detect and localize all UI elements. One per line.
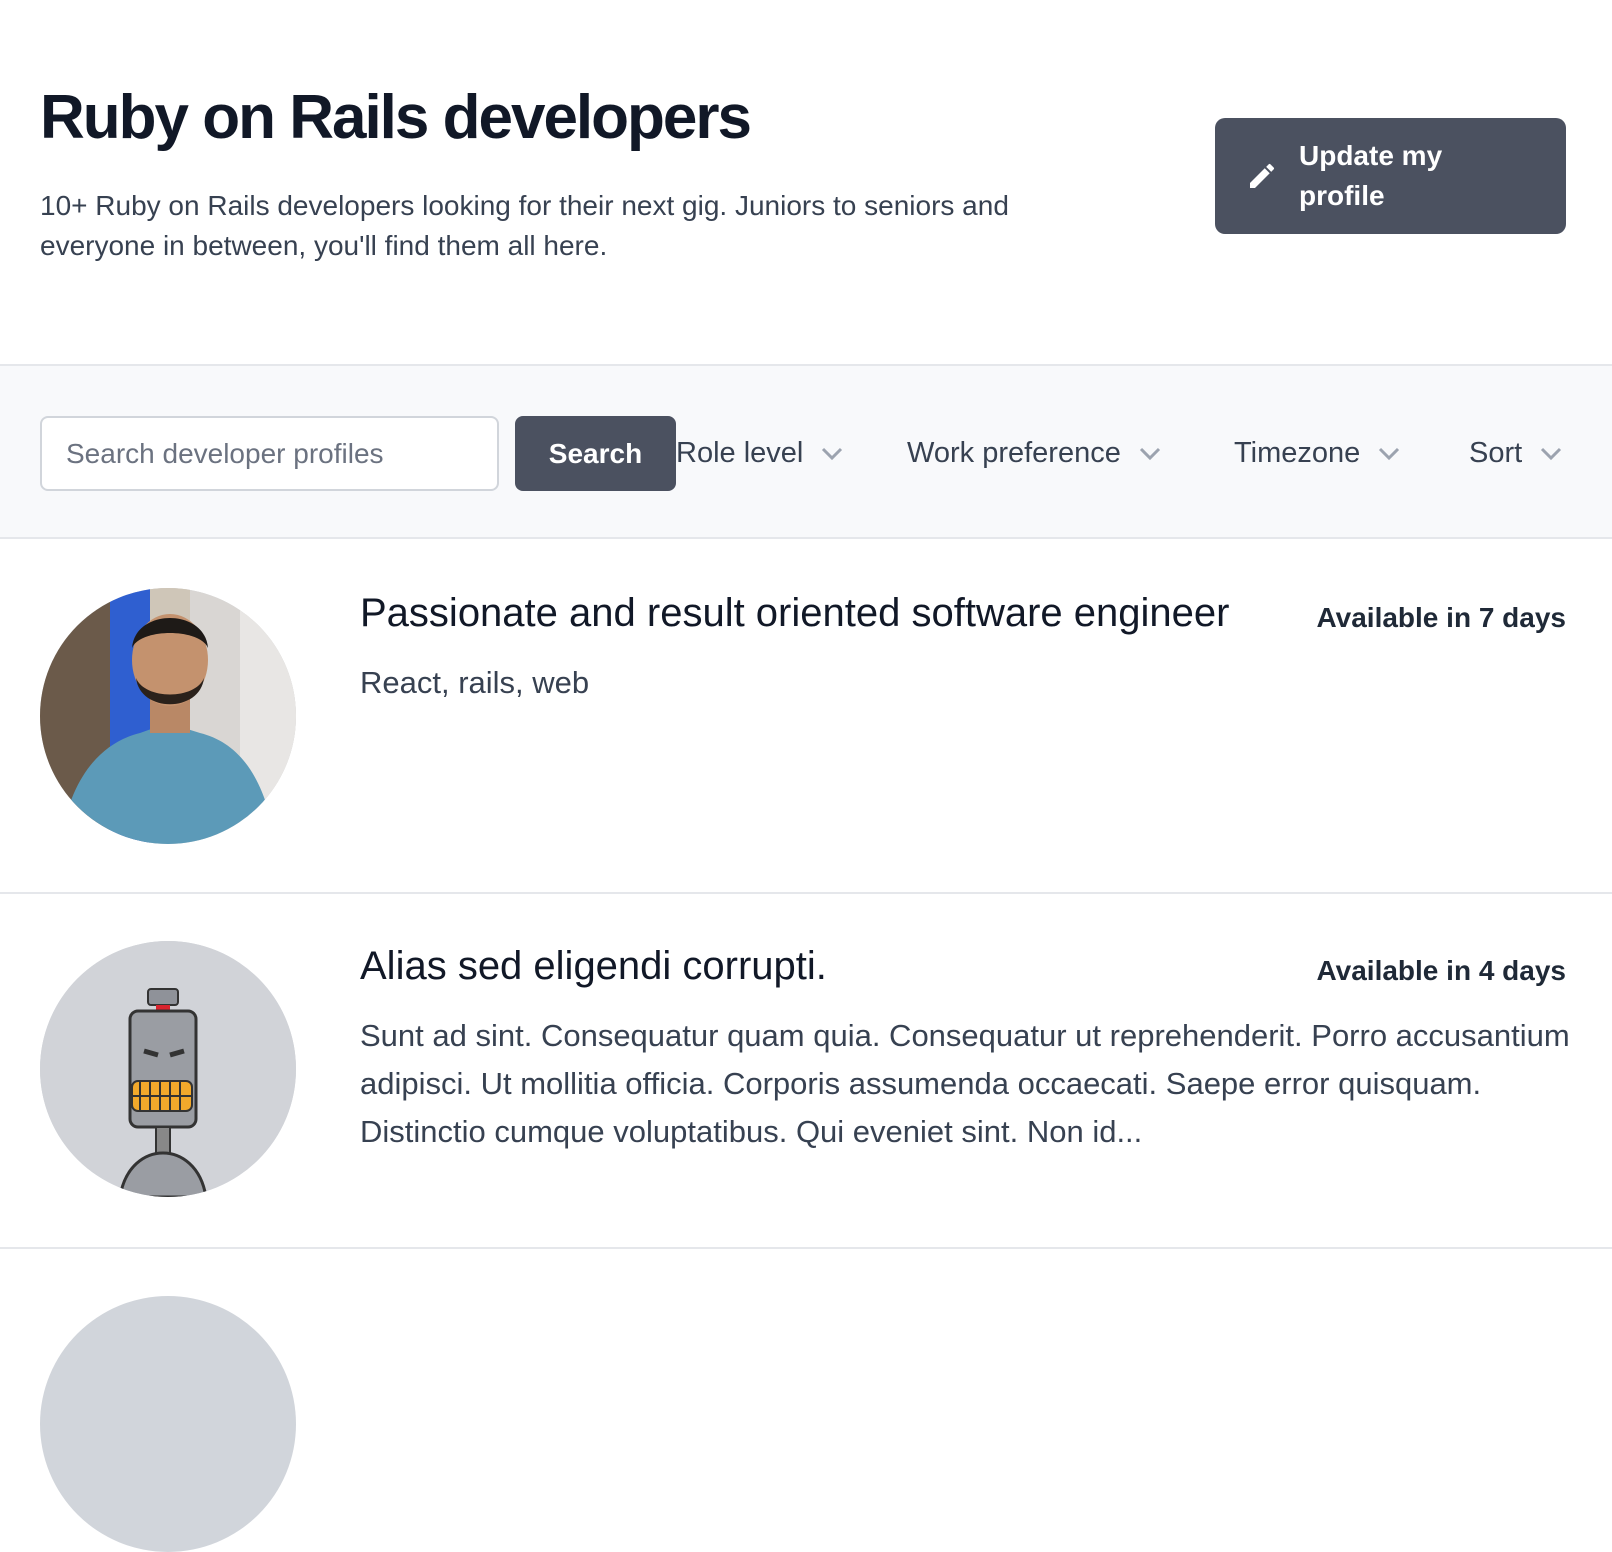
developer-card[interactable]: [0, 1249, 1612, 1552]
chevron-down-icon: [1540, 442, 1564, 466]
developer-card[interactable]: Alias sed eligendi corrupti. Available i…: [0, 894, 1612, 1249]
avatar: [40, 588, 296, 844]
role-level-label: Role level: [676, 437, 804, 469]
availability-badge: Available in 4 days: [1316, 955, 1566, 986]
chevron-down-icon: [1139, 442, 1163, 466]
work-preference-label: Work preference: [907, 437, 1121, 469]
search-input[interactable]: [40, 416, 499, 491]
developer-card[interactable]: Passionate and result oriented software …: [0, 539, 1612, 894]
avatar: [40, 941, 296, 1197]
page-title: Ruby on Rails developers: [40, 83, 752, 152]
search-button[interactable]: Search: [515, 416, 676, 491]
work-preference-dropdown[interactable]: Work preference: [907, 416, 1163, 491]
avatar: [40, 1296, 296, 1552]
sort-dropdown[interactable]: Sort: [1469, 416, 1564, 491]
developer-bio: Sunt ad sint. Consequatur quam quia. Con…: [360, 1018, 1570, 1149]
sort-label: Sort: [1469, 437, 1523, 469]
chevron-down-icon: [1378, 442, 1402, 466]
timezone-label: Timezone: [1234, 437, 1361, 469]
role-level-dropdown[interactable]: Role level: [676, 416, 845, 491]
developer-bio: React, rails, web: [360, 665, 590, 700]
update-profile-label: Update my profile: [1299, 140, 1443, 211]
availability-badge: Available in 7 days: [1316, 602, 1566, 633]
page-description: 10+ Ruby on Rails developers looking for…: [40, 190, 1009, 261]
update-profile-button[interactable]: Update my profile: [1215, 118, 1566, 234]
developer-title[interactable]: Alias sed eligendi corrupti.: [360, 944, 827, 989]
chevron-down-icon: [821, 442, 845, 466]
page-header: Ruby on Rails developers 10+ Ruby on Rai…: [0, 0, 1612, 365]
filter-bar: Search Role level Work preference Timezo…: [0, 364, 1612, 539]
pencil-icon: [1245, 159, 1279, 193]
developer-title[interactable]: Passionate and result oriented software …: [360, 591, 1229, 636]
timezone-dropdown[interactable]: Timezone: [1234, 416, 1402, 491]
